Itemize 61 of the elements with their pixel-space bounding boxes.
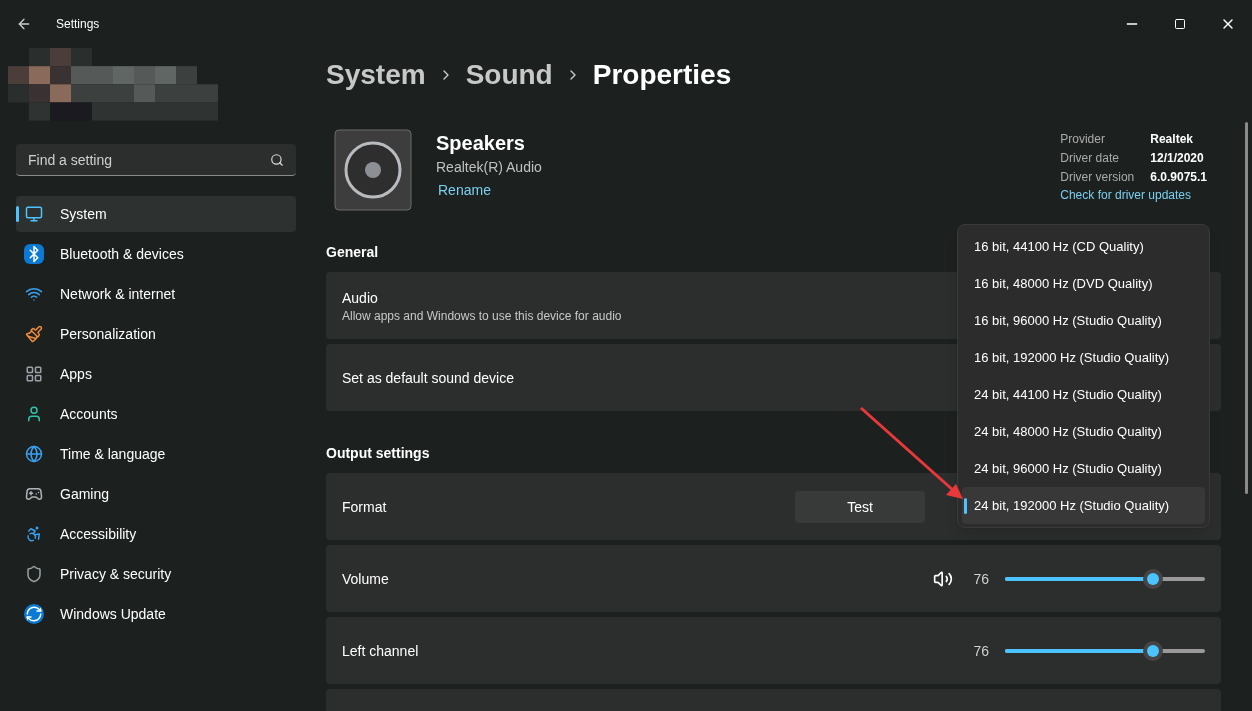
breadcrumb-item: Properties (592, 58, 732, 92)
back-icon[interactable] (16, 16, 32, 32)
sidebar-item[interactable]: Time & language (16, 436, 296, 472)
slider-thumb[interactable] (1143, 568, 1163, 589)
driver-label: Driver version (1060, 168, 1136, 185)
apps-icon (24, 364, 44, 384)
slider-value: 76 (972, 641, 989, 661)
monitor-icon (24, 204, 44, 224)
sidebar-item[interactable]: Bluetooth & devices (16, 236, 296, 272)
window-title: Settings (56, 16, 100, 32)
slider-value: 76 (972, 569, 989, 589)
row-title: Format (342, 497, 387, 517)
section-heading: Output settings (326, 444, 430, 463)
sidebar-item[interactable]: Accessibility (16, 516, 296, 552)
device-name: Speakers (436, 131, 526, 156)
sidebar-item[interactable]: Network & internet (16, 276, 296, 312)
format-option[interactable]: 24 bit, 192000 Hz (Studio Quality) (962, 487, 1205, 524)
test-button[interactable]: Test (795, 490, 925, 523)
breadcrumb-item[interactable]: Sound (465, 54, 553, 96)
driver-label: Driver date (1060, 149, 1120, 166)
speaker-device-icon (334, 129, 412, 211)
slider-thumb[interactable] (1143, 640, 1163, 661)
row-title: Set as default sound device (342, 368, 514, 388)
sidebar-item[interactable]: Accounts (16, 396, 296, 432)
row-title: Audio (342, 288, 379, 308)
search-field[interactable]: Find a setting (16, 144, 296, 176)
sidebar-item[interactable]: Apps (16, 356, 296, 392)
format-option[interactable]: 24 bit, 44100 Hz (Studio Quality) (962, 376, 1205, 413)
maximize-icon[interactable] (1174, 18, 1186, 30)
driver-updates-link[interactable]: Check for driver updates (1060, 187, 1207, 203)
device-subtitle: Realtek(R) Audio (436, 158, 542, 177)
row-title: Volume (342, 569, 389, 589)
format-option[interactable]: 16 bit, 44100 Hz (CD Quality) (962, 228, 1205, 265)
bluetooth-icon (24, 244, 44, 264)
shield-icon (24, 564, 44, 584)
driver-value: 6.0.9075.1 (1150, 168, 1207, 185)
driver-value: Realtek (1150, 130, 1193, 147)
paintbrush-icon (24, 324, 44, 344)
scrollbar-thumb[interactable] (1245, 122, 1248, 494)
driver-value: 12/1/2020 (1150, 149, 1204, 166)
sidebar-item[interactable]: Privacy & security (16, 556, 296, 592)
globe-icon (24, 444, 44, 464)
sidebar-item[interactable]: Personalization (16, 316, 296, 352)
format-option[interactable]: 16 bit, 96000 Hz (Studio Quality) (962, 302, 1205, 339)
refresh-icon (24, 604, 44, 624)
section-heading: General (326, 243, 379, 262)
driver-label: Provider (1060, 130, 1106, 147)
row-title: Left channel (342, 641, 419, 661)
breadcrumb-item[interactable]: System (326, 54, 426, 96)
sidebar-item[interactable]: Windows Update (16, 596, 296, 632)
sidebar-item[interactable]: System (16, 196, 296, 232)
speaker-icon[interactable] (933, 568, 953, 589)
sidebar-item[interactable]: Gaming (16, 476, 296, 512)
settings-row[interactable]: Volume 76 (326, 545, 1221, 612)
search-icon[interactable] (270, 153, 284, 167)
row-description: Allow apps and Windows to use this device for audio (342, 307, 622, 324)
format-option[interactable]: 24 bit, 48000 Hz (Studio Quality) (962, 413, 1205, 450)
settings-row[interactable]: Left channel 76 (326, 617, 1221, 684)
rename-link[interactable]: Rename (438, 180, 542, 200)
slider-track[interactable] (1005, 640, 1205, 661)
slider-track[interactable] (1005, 568, 1205, 589)
